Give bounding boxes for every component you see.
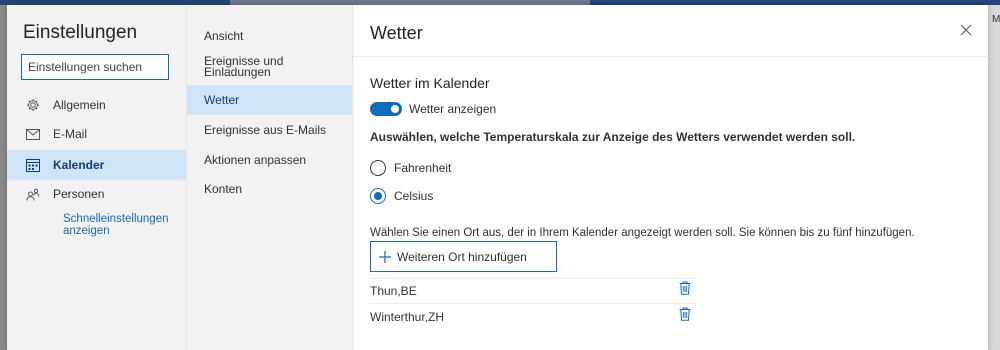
show-weather-label: Wetter anzeigen	[409, 102, 497, 116]
fahrenheit-label: Fahrenheit	[394, 161, 452, 175]
delete-location-icon[interactable]	[679, 281, 691, 300]
nav-item-mail[interactable]: E-Mail	[7, 119, 186, 149]
settings-dialog: Einstellungen Allgemein E-Mail Kalender	[7, 5, 989, 350]
nav-item-people[interactable]: Personen	[7, 179, 186, 209]
weather-settings-pane: Wetter Wetter im Kalender Wetter anzeige…	[352, 5, 989, 350]
location-divider	[370, 303, 697, 304]
people-icon	[25, 188, 41, 201]
quick-settings-link[interactable]: Schnelleinstellungen anzeigen	[63, 213, 178, 237]
nav-item-general[interactable]: Allgemein	[7, 90, 186, 120]
temperature-scale-question: Auswählen, welche Temperaturskala zur An…	[370, 130, 856, 144]
close-icon[interactable]	[960, 23, 972, 41]
pane-title: Wetter	[370, 23, 423, 43]
settings-nav: Einstellungen Allgemein E-Mail Kalender	[7, 5, 186, 350]
calendar-icon	[25, 158, 41, 172]
fahrenheit-radio[interactable]	[370, 160, 386, 176]
subnav-item-events-invitations[interactable]: Ereignisse und Einladungen	[187, 55, 297, 78]
subnav-item-view[interactable]: Ansicht	[187, 30, 353, 42]
plus-icon	[379, 250, 391, 263]
nav-item-label: E-Mail	[53, 127, 88, 141]
nav-item-label: Personen	[53, 187, 105, 201]
nav-item-label: Allgemein	[53, 98, 106, 112]
celsius-label: Celsius	[394, 189, 434, 203]
subnav-item-weather[interactable]: Wetter	[187, 85, 353, 115]
celsius-radio[interactable]	[370, 188, 386, 204]
section-title: Wetter im Kalender	[370, 75, 490, 91]
gear-icon	[25, 98, 41, 112]
subnav-item-accounts[interactable]: Konten	[187, 183, 353, 195]
location-item: Thun,BE	[370, 284, 417, 298]
location-item: Winterthur,ZH	[370, 310, 445, 324]
location-hint: Wählen Sie einen Ort aus, der in Ihrem K…	[370, 227, 915, 239]
subnav-item-events-from-email[interactable]: Ereignisse aus E-Mails	[187, 124, 353, 136]
background-app-edge	[988, 5, 1000, 350]
nav-item-calendar[interactable]: Kalender	[7, 150, 186, 180]
nav-item-label: Kalender	[53, 158, 105, 172]
header-divider	[353, 56, 989, 57]
add-location-label: Weiteren Ort hinzufügen	[397, 249, 527, 264]
subnav-item-customize-actions[interactable]: Aktionen anpassen	[187, 154, 353, 166]
settings-search-input[interactable]	[21, 54, 169, 80]
add-location-button[interactable]: Weiteren Ort hinzufügen	[370, 241, 557, 272]
location-divider	[370, 278, 697, 279]
delete-location-icon[interactable]	[679, 307, 691, 326]
mail-icon	[25, 128, 41, 140]
show-weather-toggle[interactable]	[370, 102, 402, 116]
settings-title: Einstellungen	[23, 22, 138, 43]
calendar-subnav: Ansicht Ereignisse und Einladungen Wette…	[186, 5, 353, 350]
background-edge-text: M	[992, 14, 1000, 25]
